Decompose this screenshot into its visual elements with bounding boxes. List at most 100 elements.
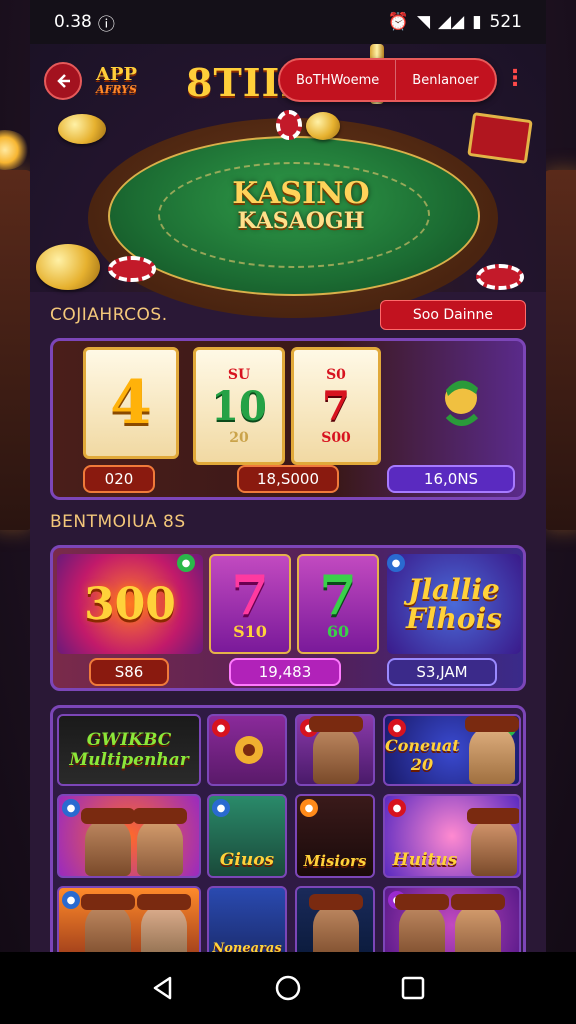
character-avatar [467, 808, 519, 876]
section-2-header: BENTMOIUA 8S [50, 512, 526, 532]
hot-badge: ● [388, 719, 406, 737]
game-tile-1[interactable]: GWIKBC Multipenhar [57, 714, 201, 786]
character-avatar [395, 894, 449, 952]
clock: 0.38 [54, 12, 92, 32]
character-avatar [81, 808, 135, 876]
tile-title: 300 [84, 578, 176, 630]
tile-value: S10 [233, 621, 267, 641]
new-badge: ● [177, 554, 195, 572]
app-logo-main: APP [96, 64, 138, 85]
game-tile-11[interactable] [295, 886, 375, 952]
info-badge: ● [62, 891, 80, 909]
coin-stack-icon [36, 244, 100, 290]
ceiling-lamp [0, 130, 30, 170]
game-title: Giuos [219, 850, 275, 870]
info-badge: ● [62, 799, 80, 817]
segment-tab-2[interactable]: Benlanoer [395, 60, 494, 100]
reel-symbol: 7 [322, 382, 350, 430]
coin-icon [58, 114, 106, 144]
tile-title: Jlallie Flhois [406, 572, 502, 635]
chip-icon [476, 264, 524, 290]
character-avatar [309, 894, 363, 952]
hot-badge: ● [300, 799, 318, 817]
section-1-action-button[interactable]: Soo Dainne [379, 300, 526, 330]
hot-badge: ● [388, 799, 406, 817]
game-grid-panel: GWIKBC Multipenhar ● ● ● ● Coneuat 20 ● [50, 705, 526, 952]
game-title: Coneuat 20 [385, 736, 460, 774]
segment-tab-1[interactable]: BoTHWoeme [280, 60, 395, 100]
alert-icon: ⓘ [97, 14, 115, 35]
game-tile-7[interactable]: ● Misiors [295, 794, 375, 878]
nav-back-button[interactable] [143, 968, 183, 1008]
character-avatar [465, 716, 519, 784]
slot-machine-decoration [0, 170, 32, 530]
info-badge: ● [212, 799, 230, 817]
game-title: GWIKBC Multipenhar [69, 730, 189, 770]
game-title: Misiors [303, 852, 367, 870]
game-tile-9[interactable]: ● [57, 886, 201, 952]
mascot-icon[interactable] [401, 347, 521, 459]
character-avatar [451, 894, 505, 952]
game-tile-2[interactable]: ● [207, 714, 287, 786]
screen: 0.38 ⓘ ⏰ ◥ ◢◢ ▮ 521 KASINO KASAOGH APP A… [0, 0, 576, 1024]
triangle-back-icon [153, 976, 171, 1000]
game-tile-5[interactable]: ● [57, 794, 201, 878]
character-avatar [133, 808, 187, 876]
back-button[interactable] [44, 62, 82, 100]
info-badge: ● [387, 554, 405, 572]
game-tile-3[interactable]: ● [295, 714, 375, 786]
reel-bottom-value: S00 [321, 429, 351, 446]
slot-tile-7a[interactable]: 7 S10 [209, 554, 291, 654]
slot-reel-2[interactable]: SU 10 20 [193, 347, 285, 465]
coin-stack-icon [306, 112, 340, 140]
app-window: KASINO KASAOGH APP AFRYS 8TIIIW BoTHWoem… [30, 44, 546, 952]
section-2-title: BENTMOIUA 8S [50, 512, 186, 532]
app-logo: APP AFRYS [96, 64, 138, 96]
game-tile-10[interactable]: Nonearas [207, 886, 287, 952]
battery-icon: ▮ [472, 12, 482, 32]
circle-home-icon [275, 975, 301, 1001]
bonus-label-2: 19,483 [229, 658, 341, 686]
table-title-line-1: KASINO [232, 176, 370, 211]
game-tile-12[interactable]: ● [383, 886, 521, 952]
slot-label-3: 16,0NS [387, 465, 515, 493]
character-avatar [137, 894, 191, 952]
section-1-header: COJIAHRCOS. Soo Dainne [50, 300, 526, 330]
reel-top-value: SU [227, 366, 251, 383]
slot-tile-jlallie[interactable]: Jlallie Flhois [387, 554, 521, 654]
tile-symbol: 7 [231, 562, 269, 627]
reel-symbol: 4 [110, 368, 152, 438]
table-title: KASINO KASAOGH [206, 178, 396, 233]
section-1-title: COJIAHRCOS. [50, 305, 168, 325]
slot-label-1: 020 [83, 465, 155, 493]
chip-icon [276, 110, 302, 140]
game-tile-6[interactable]: ● Giuos [207, 794, 287, 878]
nav-recents-button[interactable] [393, 968, 433, 1008]
tile-symbol: 7 [319, 562, 357, 627]
app-logo-sub: AFRYS [96, 83, 137, 96]
game-title: Huitus [392, 850, 458, 870]
game-tile-4[interactable]: ● ● Coneuat 20 [383, 714, 521, 786]
signal-icon: ◢◢ [438, 12, 465, 32]
back-arrow-icon [57, 74, 70, 88]
slot-reel-3[interactable]: S0 7 S00 [291, 347, 381, 465]
hero-banner: KASINO KASAOGH APP AFRYS 8TIIIW BoTHWoem… [30, 44, 546, 318]
game-title: Nonearas [212, 941, 282, 952]
slot-reel-1[interactable]: 4 [83, 347, 179, 459]
table-title-line-2: KASAOGH [237, 207, 365, 234]
more-options-icon[interactable]: ⋮ [504, 68, 526, 90]
character-avatar [309, 716, 363, 784]
mascot-graphic [445, 380, 479, 426]
nav-home-button[interactable] [268, 968, 308, 1008]
system-navigation-bar [0, 952, 576, 1024]
slot-tile-7b[interactable]: 7 60 [297, 554, 379, 654]
slot-machine-decoration [544, 170, 576, 530]
bonus-label-3: S3,JAM [387, 658, 497, 686]
mascot-icon [235, 736, 263, 764]
reel-symbol: 10 [211, 382, 267, 430]
slot-label-2: 18,S000 [237, 465, 339, 493]
bonus-label-1: S86 [89, 658, 169, 686]
casino-sign [467, 112, 533, 164]
hot-badge: ● [212, 719, 230, 737]
game-tile-8[interactable]: ● Huitus [383, 794, 521, 878]
